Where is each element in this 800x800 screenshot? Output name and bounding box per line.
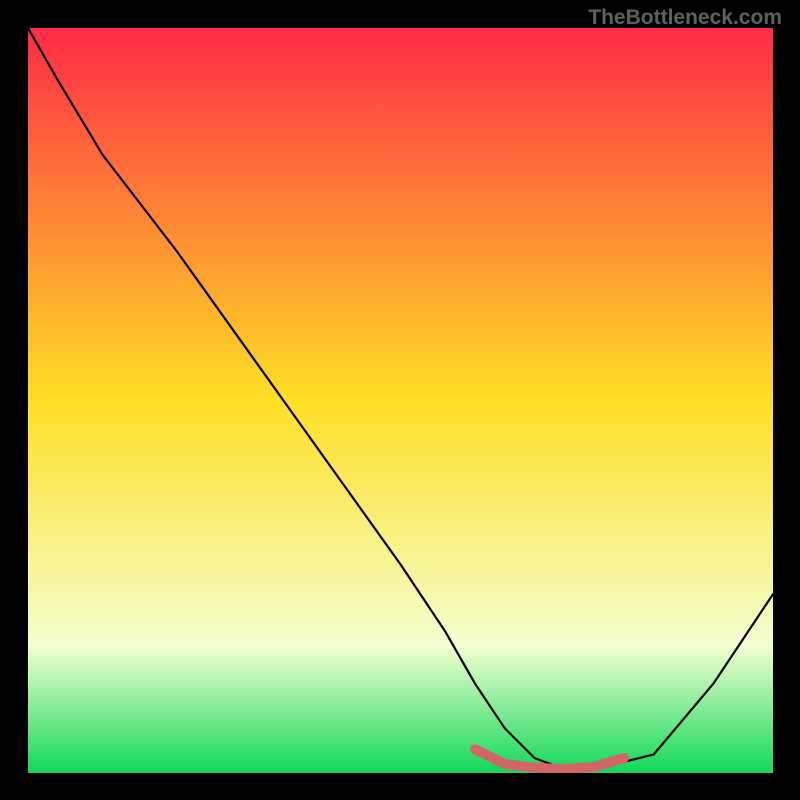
watermark-text: TheBottleneck.com xyxy=(588,6,782,30)
chart-container: TheBottleneck.com xyxy=(0,0,800,800)
chart-svg xyxy=(28,28,773,773)
plot-area xyxy=(28,28,773,773)
gradient-bg xyxy=(28,28,773,773)
